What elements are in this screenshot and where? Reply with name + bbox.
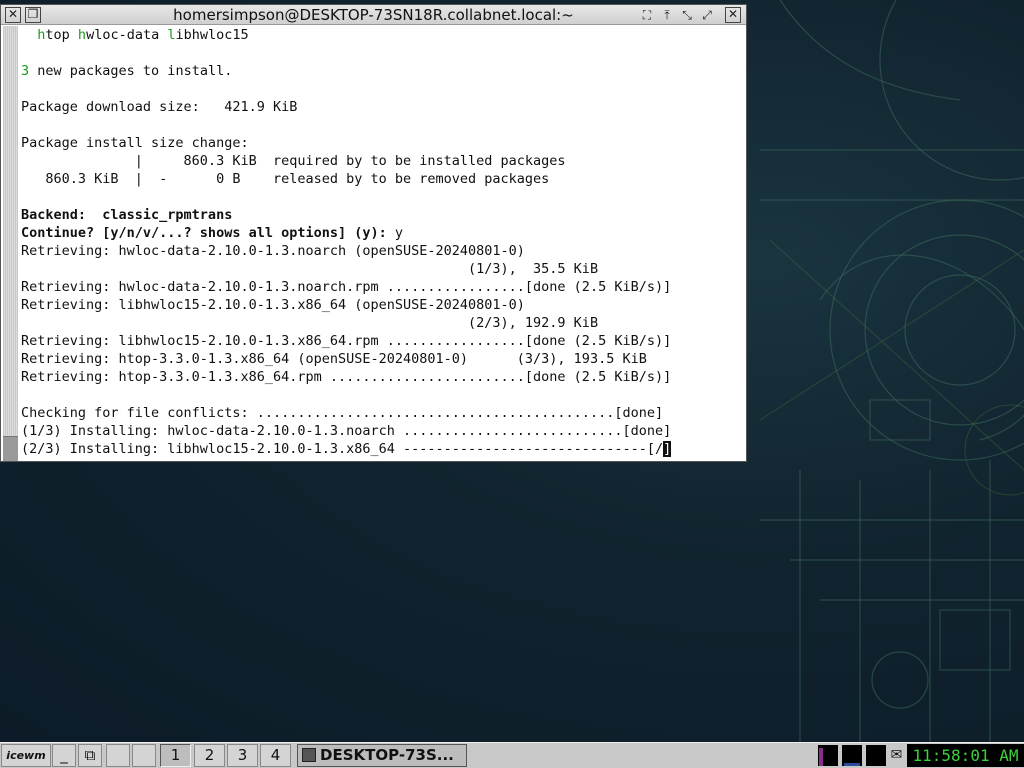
workspace-3-button[interactable]: 3 [227,744,258,767]
terminal-text-segment: Retrieving: htop-3.3.0-1.3.x86_64 (openS… [21,351,647,367]
terminal-text-segment: wloc-data [86,27,168,43]
terminal-text-segment: Retrieving: hwloc-data-2.10.0-1.3.noarch… [21,243,525,259]
terminal-text-segment: ibhwloc15 [175,27,249,43]
window-list-icon: ⧉ [84,746,96,764]
window-title: homersimpson@DESKTOP-73SN18R.collabnet.l… [173,6,574,24]
fullscreen-icon[interactable]: ⛶ [639,7,655,23]
terminal-line: Retrieving: hwloc-data-2.10.0-1.3.noarch… [21,242,745,260]
terminal-line: (2/3), 192.9 KiB [21,314,745,332]
terminal-line: Continue? [y/n/v/...? shows all options]… [21,224,745,242]
terminal-line: Checking for file conflicts: ...........… [21,404,745,422]
taskbar: icewm _ ⧉ 1 2 3 4 DESKTOP-73S... ✉ 11:58… [0,742,1024,768]
terminal-text-segment: (1/3) Installing: hwloc-data-2.10.0-1.3.… [21,423,672,439]
taskbar-spacer-button[interactable] [106,744,130,767]
cpu-monitor[interactable] [818,745,838,766]
terminal-text-segment: Retrieving: libhwloc15-2.10.0-1.3.x86_64… [21,333,672,349]
terminal-text-segment: Retrieving: htop-3.3.0-1.3.x86_64.rpm ..… [21,369,672,385]
close-icon[interactable]: ✕ [725,7,741,23]
window-titlebar[interactable]: ✕ ❐ homersimpson@DESKTOP-73SN18R.collabn… [1,5,746,25]
terminal-window[interactable]: ✕ ❐ homersimpson@DESKTOP-73SN18R.collabn… [0,4,747,462]
terminal-line: | 860.3 KiB required by to be installed … [21,152,745,170]
terminal-text-segment: new packages to install. [29,63,233,79]
terminal-line: (2/3) Installing: libhwloc15-2.10.0-1.3.… [21,440,745,458]
terminal-text-segment: 3 [21,63,30,79]
terminal-text-segment: h [77,27,87,43]
terminal-text-segment: Continue? [y/n/v/...? shows all options]… [21,225,395,241]
terminal-text-segment: (1/3), 35.5 KiB [21,261,599,277]
terminal-text-segment: top [45,27,78,43]
terminal-text-segment: | 860.3 KiB required by to be installed … [21,153,566,169]
terminal-text-segment: (2/3) Installing: libhwloc15-2.10.0-1.3.… [21,441,664,457]
taskbar-window-label: DESKTOP-73S... [320,746,454,764]
terminal-text-segment: Retrieving: libhwloc15-2.10.0-1.3.x86_64… [21,297,525,313]
start-menu-button[interactable]: icewm [1,744,51,767]
network-monitor[interactable] [842,745,862,766]
terminal-text-segment: 860.3 KiB | - 0 B released by to be remo… [21,171,550,187]
terminal-icon [302,748,316,762]
window-list-button[interactable]: ⧉ [78,744,102,767]
terminal-line: Retrieving: htop-3.3.0-1.3.x86_64.rpm ..… [21,368,745,386]
terminal-text-segment: Retrieving: hwloc-data-2.10.0-1.3.noarch… [21,279,672,295]
terminal-text-segment: Checking for file conflicts: ...........… [21,405,664,421]
terminal-line: Package install size change: [21,134,745,152]
terminal-text-segment: ] [663,441,672,457]
show-desktop-button[interactable]: _ [52,744,76,767]
terminal-scrollbar[interactable] [3,26,18,461]
clock[interactable]: 11:58:01 AM [907,744,1024,767]
terminal-text-segment: (2/3), 192.9 KiB [21,315,599,331]
terminal-line: Retrieving: hwloc-data-2.10.0-1.3.noarch… [21,278,745,296]
minimize-icon[interactable]: ⤡ [679,7,695,23]
terminal-line: Retrieving: htop-3.3.0-1.3.x86_64 (openS… [21,350,745,368]
terminal-line: Retrieving: libhwloc15-2.10.0-1.3.x86_64… [21,296,745,314]
terminal-line: 3 new packages to install. [21,62,745,80]
scrollbar-thumb[interactable] [3,436,18,461]
terminal-line: Backend: classic_rpmtrans [21,206,745,224]
maximize-icon[interactable]: ⤢ [699,7,715,23]
workspace-2-button[interactable]: 2 [194,744,225,767]
terminal-line: (1/3), 35.5 KiB [21,260,745,278]
terminal-text-segment: Package install size change: [21,135,249,151]
terminal-line: Retrieving: libhwloc15-2.10.0-1.3.x86_64… [21,332,745,350]
terminal-line: Package download size: 421.9 KiB [21,98,745,116]
terminal-line: 860.3 KiB | - 0 B released by to be remo… [21,170,745,188]
workspace-4-button[interactable]: 4 [260,744,291,767]
taskbar-spacer-button[interactable] [132,744,156,767]
terminal-text-segment: y [394,225,404,241]
terminal-line: htop hwloc-data libhwloc15 [21,26,745,44]
terminal-line: (1/3) Installing: hwloc-data-2.10.0-1.3.… [21,422,745,440]
memory-monitor[interactable] [866,745,886,766]
terminal-text-segment: Backend: classic_rpmtrans [21,207,233,223]
terminal-text-segment: Package download size: 421.9 KiB [21,99,298,115]
workspace-1-button[interactable]: 1 [160,744,191,767]
mail-icon[interactable]: ✉ [888,747,905,763]
terminal-output[interactable]: htop hwloc-data libhwloc15 3 new packages… [21,26,745,461]
raise-icon[interactable]: ⤒ [659,7,675,23]
taskbar-window-item[interactable]: DESKTOP-73S... [297,744,467,767]
